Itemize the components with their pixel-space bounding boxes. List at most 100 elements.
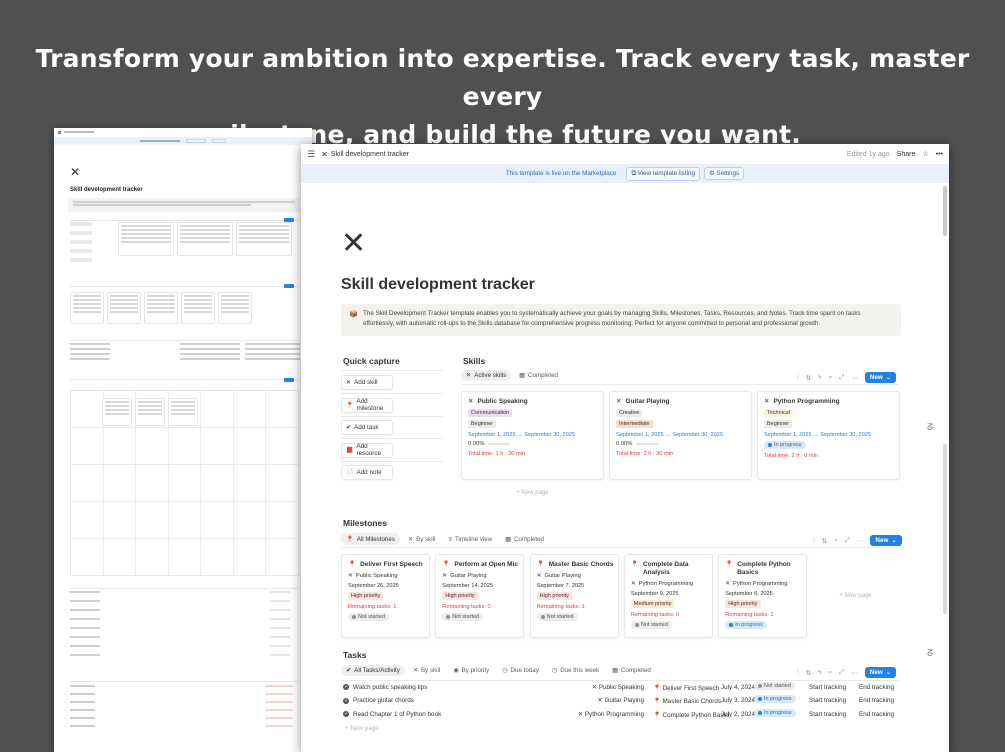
task-milestone[interactable]: 📍 Deliver First Speech xyxy=(653,684,719,692)
milestone-card[interactable]: 📍 Complete Python Basics ✕ Python Programmi… xyxy=(718,554,808,638)
tab-all-milestones[interactable]: 📍 All Milestones xyxy=(341,533,400,545)
automation-icon[interactable]: ϟ xyxy=(818,374,821,381)
favorite-star-icon[interactable]: ☆ xyxy=(922,150,928,158)
status-badge: In progress xyxy=(754,695,796,704)
task-skill[interactable]: ✕ Guitar Playing xyxy=(597,697,644,704)
milestone-card[interactable]: 📍 Master Basic Chords ✕ Guitar Playing Septe… xyxy=(529,554,619,638)
tab-tasks-completed[interactable]: ▦ Completed xyxy=(607,665,656,676)
tab-active-skills[interactable]: ✕ Active skills xyxy=(461,370,512,381)
page-title[interactable]: Skill development tracker xyxy=(341,276,535,294)
more-icon[interactable]: ⋯ xyxy=(857,537,864,545)
pin-icon: 📍 xyxy=(536,561,545,568)
task-row[interactable]: ✔ Read Chapter 1 of Python book ✕ Python P… xyxy=(341,708,899,721)
milestones-toolbar: ⫶ ⇅ ⌕ ⤢ ⋯ New ⌄ xyxy=(813,535,902,546)
back-task-row xyxy=(70,342,300,346)
description-callout: 📦 The Skill Development Tracker template… xyxy=(341,304,901,336)
quick-capture-button[interactable]: ✕ Add skill xyxy=(341,375,393,390)
settings-button[interactable]: ⚙ Settings xyxy=(703,167,745,180)
ai-assistant-icon[interactable]: ᘔ xyxy=(927,422,933,433)
start-tracking-button[interactable]: Start tracking xyxy=(809,711,846,718)
sort-icon[interactable]: ⇅ xyxy=(806,374,811,382)
task-milestone[interactable]: 📍 Master Basic Chords xyxy=(653,697,721,705)
milestones-new-button[interactable]: New ⌄ xyxy=(870,535,902,546)
quick-capture-button[interactable]: 📄 Add note xyxy=(341,465,393,480)
sort-icon[interactable]: ⇅ xyxy=(806,669,811,677)
quick-capture-divider xyxy=(341,370,443,371)
tasks-new-button[interactable]: New ⌄ xyxy=(864,667,897,678)
skills-new-page[interactable]: + New page xyxy=(461,485,604,501)
breadcrumb-page-title[interactable]: Skill development tracker xyxy=(331,151,409,158)
expand-icon[interactable]: ⤢ xyxy=(839,374,844,382)
quick-capture-button[interactable]: 📍 Add milestone xyxy=(341,397,393,413)
tab-milestones-completed[interactable]: ▦ Completed xyxy=(500,534,549,545)
task-skill[interactable]: ✕ Public Speaking xyxy=(592,684,644,691)
search-icon[interactable]: ⌕ xyxy=(834,537,838,545)
end-tracking-button[interactable]: End tracking xyxy=(859,697,894,704)
task-milestone[interactable]: 📍 Complete Python Basici xyxy=(653,711,729,719)
tab-milestones-by-skill[interactable]: ✕ By skill xyxy=(403,534,440,545)
filter-icon[interactable]: ⫶ xyxy=(797,669,799,677)
share-button[interactable]: Share xyxy=(897,151,916,158)
skill-icon: ✕ xyxy=(616,398,622,405)
task-row[interactable]: ✔ Watch public speaking tips ✕ Public Spea… xyxy=(341,682,899,694)
scrollbar-track[interactable] xyxy=(943,444,947,614)
tab-completed-skills[interactable]: ▦ Completed xyxy=(514,370,563,381)
quick-capture-button[interactable]: 📕 Add resource xyxy=(341,442,393,458)
skill-icon: ✕ xyxy=(412,667,418,674)
status-badge: Not started xyxy=(630,621,672,629)
skills-divider xyxy=(461,384,899,385)
skill-card[interactable]: ✕ Public Speaking Communication Beginner Sep… xyxy=(461,391,604,480)
skill-icon: ✕ xyxy=(348,573,353,579)
skill-card[interactable]: ✕ Python Programming Technical Beginner Sept… xyxy=(757,391,900,480)
milestones-new-page[interactable]: + New page xyxy=(812,554,899,638)
milestone-card-title: 📍 Complete Data Analysis xyxy=(631,561,712,577)
back-resource-row xyxy=(70,599,298,603)
skills-new-button[interactable]: New ⌄ xyxy=(864,372,897,383)
search-icon[interactable]: ⌕ xyxy=(829,374,833,382)
search-icon[interactable]: ⌕ xyxy=(829,669,833,677)
tasks-new-page[interactable]: + New page xyxy=(341,723,899,735)
task-skill[interactable]: ✕ Python Programming xyxy=(578,711,644,718)
quick-capture-button[interactable]: ✔ Add task xyxy=(341,420,393,435)
expand-icon[interactable]: ⤢ xyxy=(845,537,850,545)
expand-icon[interactable]: ⤢ xyxy=(839,669,844,677)
back-note-row xyxy=(70,708,298,712)
tab-tasks-by-skill[interactable]: ✕ By skill xyxy=(408,665,445,676)
task-row[interactable]: ✔ Practice guitar chords ✕ Guitar Playing 📍… xyxy=(341,695,899,707)
filter-icon[interactable]: ⫶ xyxy=(813,537,815,545)
skills-tabs: ✕ Active skills ▦ Completed xyxy=(461,370,563,381)
menu-icon[interactable]: ☰ xyxy=(307,149,315,160)
tab-by-priority[interactable]: ◉ By priority xyxy=(448,665,494,676)
tab-due-today[interactable]: ◷ Due today xyxy=(497,665,544,676)
sort-icon[interactable]: ⇅ xyxy=(822,537,827,545)
more-icon[interactable]: ⋯ xyxy=(851,669,858,677)
milestone-card[interactable]: 📍 Complete Data Analysis ✕ Python Programmi… xyxy=(623,554,713,638)
skill-icon: ✕ xyxy=(442,573,448,579)
tab-due-this-week[interactable]: ◷ Due this week xyxy=(547,665,604,676)
ai-assistant-icon-2[interactable]: ᘔ xyxy=(927,648,933,659)
skill-card[interactable]: ✕ Guitar Playing Creative Intermediate Septe… xyxy=(609,391,752,480)
filter-icon[interactable]: ⫶ xyxy=(797,374,799,382)
automation-icon[interactable]: ϟ xyxy=(818,669,821,676)
end-tracking-button[interactable]: End tracking xyxy=(859,711,894,718)
more-options-icon[interactable]: ••• xyxy=(936,151,943,158)
tab-timeline-view[interactable]: ≡ Timeline view xyxy=(443,534,497,545)
milestone-card[interactable]: 📍 Perform at Open Mic ✕ Guitar Playing Septe… xyxy=(435,554,525,638)
skill-level-tag: Beginner xyxy=(764,420,793,428)
skill-total-time: Total time: 2 h : 0 min xyxy=(764,453,819,459)
notion-window: ☰ ✕ Skill development tracker Edited 1y … xyxy=(301,144,949,752)
tasks-divider xyxy=(341,680,899,681)
scrollbar-thumb[interactable] xyxy=(943,186,947,236)
more-icon[interactable]: ⋯ xyxy=(851,374,858,382)
end-tracking-button[interactable]: End tracking xyxy=(859,684,894,691)
view-template-listing-button[interactable]: ⧉ View template listing xyxy=(626,166,700,181)
start-tracking-button[interactable]: Start tracking xyxy=(809,684,846,691)
back-task-row xyxy=(70,347,300,351)
tab-all-tasks[interactable]: ✔ All Tasks/Activity xyxy=(341,665,405,676)
start-tracking-button[interactable]: Start tracking xyxy=(809,697,846,704)
pin-icon: 📍 xyxy=(630,561,639,568)
page-icon[interactable]: ✕ xyxy=(341,226,366,261)
quick-capture-label: Add resource xyxy=(356,443,381,457)
back-quick-button xyxy=(70,231,92,235)
milestone-card[interactable]: 📍 Deliver First Speech ✕ Public Speaking Sep… xyxy=(341,554,430,638)
